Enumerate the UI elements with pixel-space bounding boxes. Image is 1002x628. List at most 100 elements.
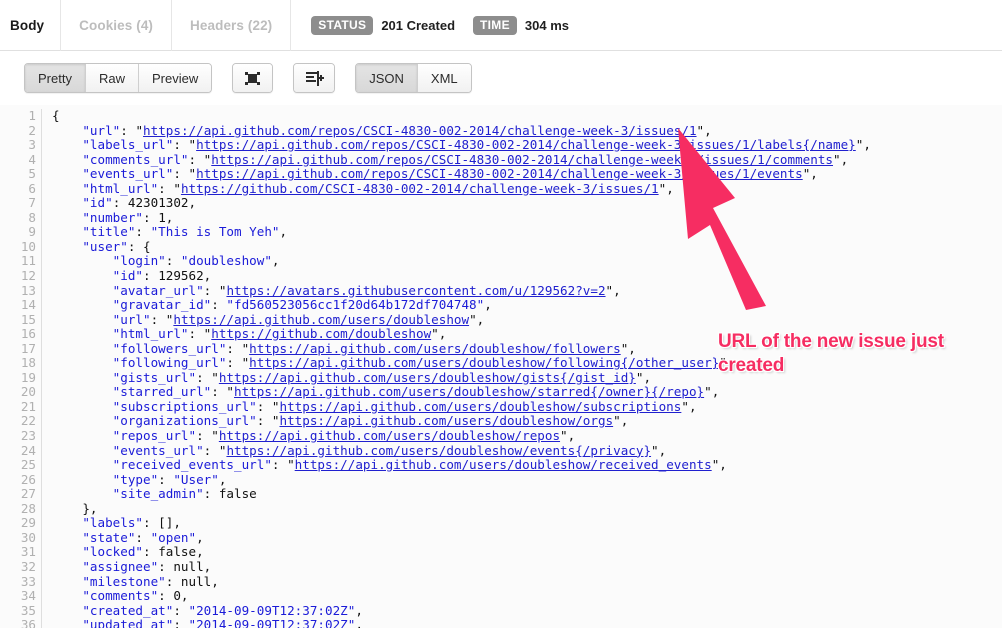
line-number: 13: [20, 282, 36, 298]
code-link[interactable]: https://api.github.com/users/doubleshow/…: [295, 457, 712, 472]
code-token: ",: [802, 166, 818, 182]
tab-headers[interactable]: Headers (22): [172, 0, 292, 51]
line-number: 22: [20, 413, 36, 429]
code-link[interactable]: https://api.github.com/repos/CSCI-4830-0…: [196, 166, 803, 181]
line-number: 19: [20, 369, 36, 385]
line-number: 28: [20, 500, 36, 516]
code-token: ,: [279, 224, 288, 240]
view-mode-raw-button[interactable]: Raw: [85, 64, 139, 92]
code-link[interactable]: https://api.github.com/users/doubleshow: [173, 312, 469, 327]
code-token: "title": [82, 224, 136, 240]
line-number: 21: [20, 398, 36, 414]
code-token: :: [256, 398, 272, 414]
code-token: "locked": [82, 544, 144, 560]
code-token: "updated_at": [82, 617, 174, 628]
code-token: :: [143, 268, 159, 284]
code-link[interactable]: https://github.com/doubleshow: [211, 326, 431, 341]
code-token: "html_url": [112, 326, 189, 342]
code-token: :: [158, 588, 174, 604]
code-token: ",: [431, 326, 447, 342]
code-link[interactable]: https://api.github.com/repos/CSCI-4830-0…: [211, 152, 833, 167]
time-value: 304 ms: [524, 18, 569, 33]
code-token: ": [135, 122, 144, 138]
code-line: "state": "open",: [52, 529, 871, 546]
code-token: :: [135, 529, 151, 545]
tab-cookies-label: Cookies (4): [79, 18, 154, 33]
code-token: "events_url": [82, 166, 174, 182]
code-token: ",: [704, 384, 720, 400]
format-xml-button[interactable]: XML: [417, 64, 471, 92]
code-token: {: [52, 108, 60, 123]
code-link[interactable]: https://api.github.com/users/doubleshow/…: [280, 413, 614, 429]
code-link[interactable]: https://api.github.com/users/doubleshow/…: [219, 428, 560, 443]
code-token: ,: [196, 529, 204, 545]
code-line: "events_url": "https://api.github.com/re…: [52, 166, 871, 182]
code-token: ,: [355, 602, 363, 618]
code-token: :: [112, 195, 128, 211]
line-number: 14: [20, 297, 36, 313]
code-link[interactable]: https://avatars.githubusercontent.com/u/…: [226, 283, 605, 298]
code-line: "login": "doubleshow",: [52, 254, 871, 269]
code-token: ,: [218, 471, 227, 487]
code-token: :: [203, 486, 219, 502]
code-token: ",: [681, 398, 697, 414]
line-number: 20: [20, 384, 36, 400]
line-number: 25: [20, 457, 36, 473]
code-link[interactable]: https://api.github.com/repos/CSCI-4830-0…: [196, 137, 856, 152]
code-line: "comments_url": "https://api.github.com/…: [52, 151, 871, 168]
tab-body-label: Body: [10, 18, 45, 33]
line-number: 27: [20, 486, 36, 502]
view-mode-pretty-button[interactable]: Pretty: [25, 64, 86, 92]
code-token: :: [188, 326, 204, 342]
code-token: :: [196, 369, 212, 385]
code-token: },: [52, 500, 98, 516]
word-wrap-button[interactable]: [294, 64, 335, 92]
code-link[interactable]: https://api.github.com/users/doubleshow/…: [280, 399, 682, 414]
code-token: :: [173, 617, 189, 628]
code-token: "assignee": [82, 558, 159, 574]
code-token: ",: [613, 413, 629, 429]
code-token: :: [226, 355, 242, 371]
line-number: 12: [20, 268, 36, 284]
fullscreen-icon: [245, 71, 261, 85]
code-link[interactable]: https://api.github.com/users/doubleshow/…: [226, 443, 651, 458]
code-link[interactable]: https://api.github.com/users/doubleshow/…: [249, 341, 621, 356]
code-token: :: [271, 457, 288, 473]
code-token: ",: [605, 282, 621, 298]
code-token: "gists_url": [112, 369, 197, 385]
code-link[interactable]: https://api.github.com/repos/CSCI-4830-0…: [143, 123, 697, 138]
fullscreen-button[interactable]: [233, 64, 273, 92]
format-json-button[interactable]: JSON: [356, 64, 418, 92]
code-link[interactable]: https://api.github.com/users/doubleshow/…: [219, 370, 636, 385]
code-line: "events_url": "https://api.github.com/us…: [52, 442, 871, 459]
tab-body[interactable]: Body: [0, 0, 62, 51]
code-token: "This is Tom Yeh": [150, 224, 280, 240]
code-token: "organizations_url": [112, 413, 257, 429]
code-token: "comments_url": [82, 151, 189, 167]
line-number: 10: [20, 238, 36, 254]
tab-cookies[interactable]: Cookies (4): [61, 0, 173, 51]
view-mode-preview-button[interactable]: Preview: [138, 64, 212, 92]
code-token: :: [203, 442, 219, 458]
line-number: 3: [28, 137, 36, 153]
tab-headers-label: Headers (22): [190, 18, 273, 33]
line-number: 31: [20, 544, 36, 560]
line-number: 5: [28, 166, 36, 182]
line-number: 34: [20, 588, 36, 604]
code-token: "site_admin": [112, 486, 204, 502]
code-link[interactable]: https://api.github.com/users/doubleshow/…: [249, 355, 719, 371]
line-number: 32: [20, 558, 36, 574]
code-token: :: [158, 558, 174, 574]
code-token: false,: [158, 544, 204, 560]
code-link[interactable]: https://github.com/CSCI-4830-002-2014/ch…: [181, 181, 659, 196]
line-number: 33: [20, 573, 36, 589]
code-link[interactable]: https://api.github.com/users/doubleshow/…: [234, 384, 704, 400]
